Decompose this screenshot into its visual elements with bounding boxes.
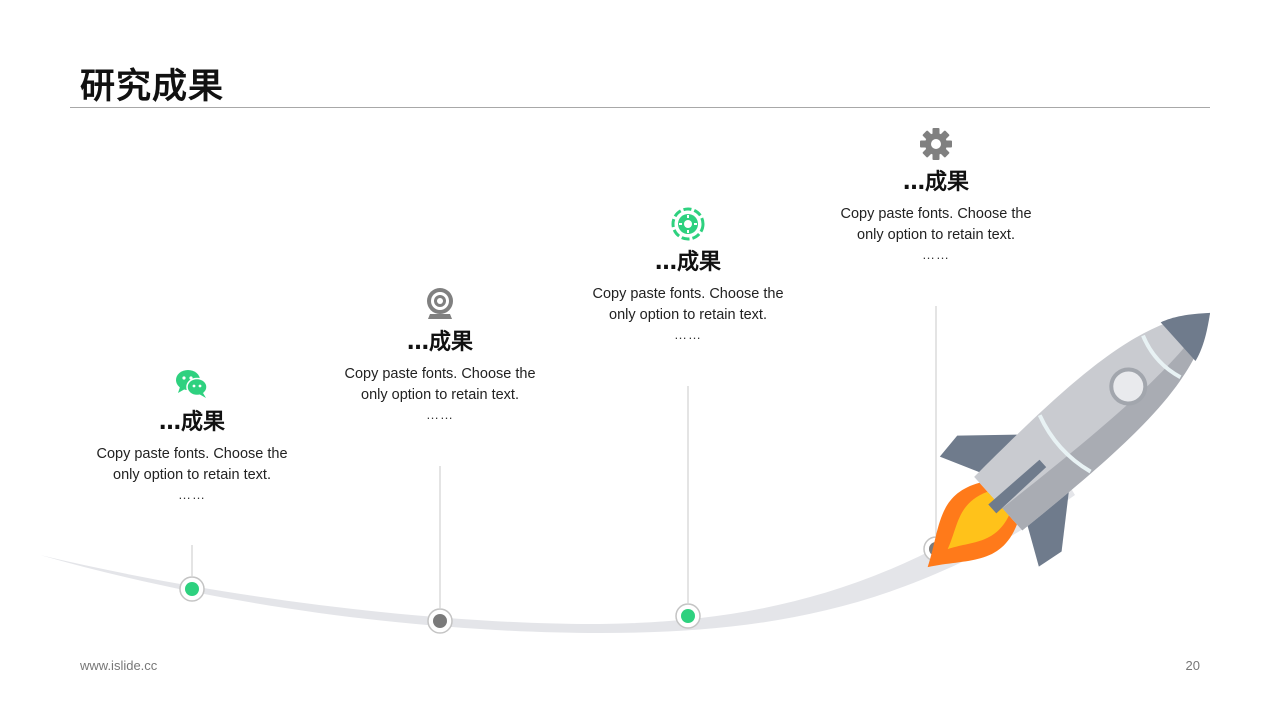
wechat-icon bbox=[176, 370, 208, 398]
milestone-2: …成果 Copy paste fonts. Choose the only op… bbox=[320, 286, 560, 424]
milestone-1: …成果 Copy paste fonts. Choose the only op… bbox=[72, 366, 312, 504]
milestone-ellipsis: …… bbox=[674, 327, 702, 342]
timeline-graphic bbox=[40, 306, 1211, 634]
milestone-text: Copy paste fonts. Choose the only option… bbox=[344, 366, 536, 403]
timeline-node-3 bbox=[675, 603, 701, 629]
milestone-text: Copy paste fonts. Choose the only option… bbox=[840, 206, 1032, 243]
settings-badge-icon bbox=[671, 207, 705, 241]
milestone-text: Copy paste fonts. Choose the only option… bbox=[96, 446, 288, 483]
timeline-node-2 bbox=[427, 608, 453, 634]
milestone-ellipsis: …… bbox=[426, 407, 454, 422]
milestone-heading: …成果 bbox=[654, 250, 721, 275]
milestone-heading: …成果 bbox=[158, 410, 225, 435]
footer-url[interactable]: www.islide.cc bbox=[80, 658, 157, 673]
webcam-icon bbox=[427, 288, 453, 319]
milestone-ellipsis: …… bbox=[178, 487, 206, 502]
milestone-ellipsis: …… bbox=[922, 247, 950, 262]
page-number: 20 bbox=[1185, 658, 1200, 673]
timeline-node-1 bbox=[179, 576, 205, 602]
gear-icon bbox=[920, 128, 952, 160]
milestone-4: …成果 Copy paste fonts. Choose the only op… bbox=[816, 126, 1056, 264]
milestone-heading: …成果 bbox=[902, 170, 969, 195]
milestone-heading: …成果 bbox=[406, 330, 473, 355]
milestone-3: …成果 Copy paste fonts. Choose the only op… bbox=[568, 206, 808, 344]
milestone-text: Copy paste fonts. Choose the only option… bbox=[592, 286, 784, 323]
